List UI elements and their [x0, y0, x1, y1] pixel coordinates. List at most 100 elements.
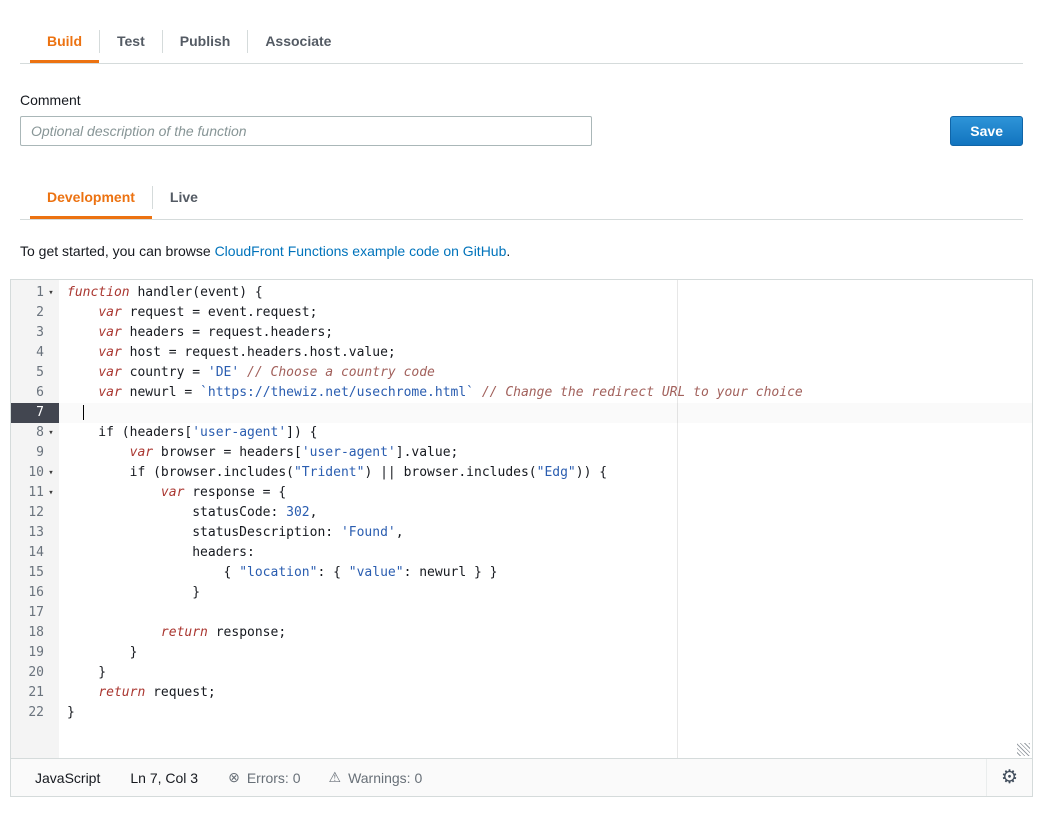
- gutter-line-10[interactable]: 10▾: [11, 463, 59, 483]
- line-number: 9: [11, 443, 44, 463]
- gutter-line-17[interactable]: 17: [11, 603, 59, 623]
- code-token: 'DE': [208, 365, 239, 380]
- tab-build[interactable]: Build: [30, 20, 99, 63]
- code-line-9[interactable]: var browser = headers['user-agent'].valu…: [59, 443, 1032, 463]
- code-token: [239, 365, 247, 380]
- circle-x-icon: ⊗: [228, 769, 240, 786]
- comment-label: Comment: [20, 92, 1023, 108]
- save-button[interactable]: Save: [950, 116, 1023, 146]
- gutter-line-20[interactable]: 20: [11, 663, 59, 683]
- code-line-17[interactable]: [59, 603, 1032, 623]
- comment-row: Save: [20, 116, 1023, 146]
- gutter-line-6[interactable]: 6: [11, 383, 59, 403]
- gutter-line-19[interactable]: 19: [11, 643, 59, 663]
- code-line-16[interactable]: }: [59, 583, 1032, 603]
- code-token: [67, 385, 98, 400]
- code-line-21[interactable]: return request;: [59, 683, 1032, 703]
- tab-development[interactable]: Development: [30, 176, 152, 219]
- gutter-line-5[interactable]: 5: [11, 363, 59, 383]
- code-token: return: [98, 685, 145, 700]
- line-number: 10: [11, 463, 44, 483]
- code-token: var: [98, 385, 121, 400]
- gutter-line-22[interactable]: 22: [11, 703, 59, 723]
- code-line-6[interactable]: var newurl = `https://thewiz.net/usechro…: [59, 383, 1032, 403]
- code-line-13[interactable]: statusDescription: 'Found',: [59, 523, 1032, 543]
- gutter-line-21[interactable]: 21: [11, 683, 59, 703]
- code-line-18[interactable]: return response;: [59, 623, 1032, 643]
- fold-toggle-icon[interactable]: ▾: [44, 283, 58, 303]
- gutter-line-13[interactable]: 13: [11, 523, 59, 543]
- gutter-line-4[interactable]: 4: [11, 343, 59, 363]
- line-number: 20: [11, 663, 44, 683]
- comment-input[interactable]: [20, 116, 592, 146]
- tab-publish[interactable]: Publish: [163, 20, 248, 63]
- tab-associate[interactable]: Associate: [248, 20, 348, 63]
- text-cursor: [83, 405, 85, 420]
- intro-prefix: To get started, you can browse: [20, 243, 215, 259]
- gutter-line-3[interactable]: 3: [11, 323, 59, 343]
- gutter-line-16[interactable]: 16: [11, 583, 59, 603]
- editor-content[interactable]: function handler(event) { var request = …: [59, 280, 1032, 758]
- gutter-line-7[interactable]: 7: [11, 403, 59, 423]
- code-token: [67, 445, 130, 460]
- gutter-line-8[interactable]: 8▾: [11, 423, 59, 443]
- code-token: "Edg": [537, 465, 576, 480]
- gutter-line-18[interactable]: 18: [11, 623, 59, 643]
- line-number: 6: [11, 383, 44, 403]
- code-token: headers:: [67, 545, 255, 560]
- code-line-15[interactable]: { "location": { "value": newurl } }: [59, 563, 1032, 583]
- gutter-line-9[interactable]: 9: [11, 443, 59, 463]
- gutter-line-2[interactable]: 2: [11, 303, 59, 323]
- code-line-8[interactable]: if (headers['user-agent']) {: [59, 423, 1032, 443]
- line-number: 14: [11, 543, 44, 563]
- code-line-3[interactable]: var headers = request.headers;: [59, 323, 1032, 343]
- gutter-line-1[interactable]: 1▾: [11, 283, 59, 303]
- code-token: 302: [286, 505, 309, 520]
- code-line-11[interactable]: var response = {: [59, 483, 1032, 503]
- editor-settings-button[interactable]: ⚙: [986, 759, 1032, 796]
- gutter-line-15[interactable]: 15: [11, 563, 59, 583]
- code-lines: function handler(event) { var request = …: [59, 283, 1032, 723]
- code-line-22[interactable]: }: [59, 703, 1032, 723]
- code-token: "location": [239, 565, 317, 580]
- tab-test[interactable]: Test: [100, 20, 162, 63]
- code-token: country =: [122, 365, 208, 380]
- editor-resize-handle[interactable]: [1017, 743, 1030, 756]
- editor-gutter: 1▾2345678▾910▾11▾1213141516171819202122: [11, 280, 59, 758]
- gutter-line-12[interactable]: 12: [11, 503, 59, 523]
- fold-toggle-icon[interactable]: ▾: [44, 463, 58, 483]
- code-line-12[interactable]: statusCode: 302,: [59, 503, 1032, 523]
- code-token: var: [130, 445, 153, 460]
- code-line-5[interactable]: var country = 'DE' // Choose a country c…: [59, 363, 1032, 383]
- code-line-4[interactable]: var host = request.headers.host.value;: [59, 343, 1032, 363]
- code-line-2[interactable]: var request = event.request;: [59, 303, 1032, 323]
- code-line-19[interactable]: }: [59, 643, 1032, 663]
- github-example-link[interactable]: CloudFront Functions example code on Git…: [215, 243, 507, 259]
- environment-tabs: DevelopmentLive: [20, 176, 1023, 220]
- gutter-line-14[interactable]: 14: [11, 543, 59, 563]
- line-number: 15: [11, 563, 44, 583]
- gutter-line-11[interactable]: 11▾: [11, 483, 59, 503]
- code-token: var: [98, 365, 121, 380]
- code-token: host = request.headers.host.value;: [122, 345, 396, 360]
- code-token: }: [67, 585, 200, 600]
- line-number: 19: [11, 643, 44, 663]
- code-line-20[interactable]: }: [59, 663, 1032, 683]
- intro-suffix: .: [506, 243, 510, 259]
- fold-toggle-icon[interactable]: ▾: [44, 423, 58, 443]
- code-line-1[interactable]: function handler(event) {: [59, 283, 1032, 303]
- code-line-10[interactable]: if (browser.includes("Trident") || brows…: [59, 463, 1032, 483]
- code-line-7[interactable]: [59, 403, 1032, 423]
- code-token: ]) {: [286, 425, 317, 440]
- code-token: ,: [396, 525, 404, 540]
- code-token: }: [67, 665, 106, 680]
- line-number: 16: [11, 583, 44, 603]
- code-line-14[interactable]: headers:: [59, 543, 1032, 563]
- code-token: // Change the redirect URL to your choic…: [482, 385, 803, 400]
- fold-toggle-icon[interactable]: ▾: [44, 483, 58, 503]
- code-token: var: [98, 325, 121, 340]
- line-number: 22: [11, 703, 44, 723]
- code-token: )) {: [576, 465, 607, 480]
- tab-live[interactable]: Live: [153, 176, 215, 219]
- code-editor-area[interactable]: 1▾2345678▾910▾11▾1213141516171819202122 …: [11, 280, 1032, 758]
